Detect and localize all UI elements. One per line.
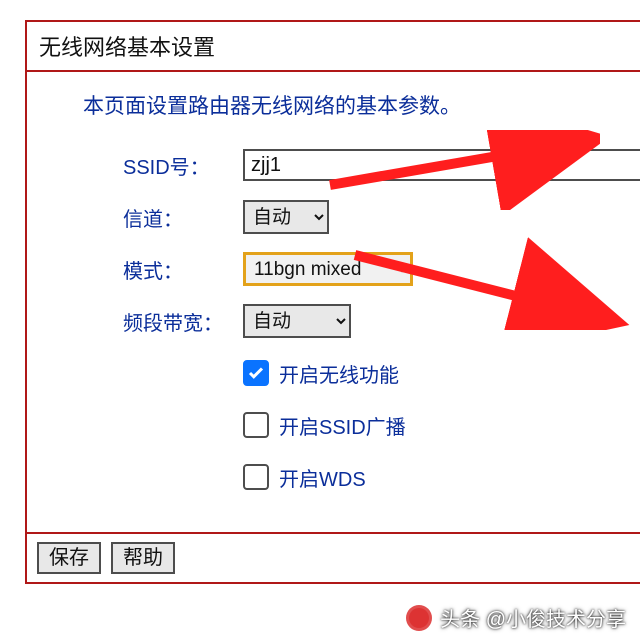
row-bandwidth: 频段带宽： 自动 <box>123 302 640 340</box>
bandwidth-label: 频段带宽： <box>123 307 243 336</box>
row-wds: 开启WDS <box>243 458 640 496</box>
help-button[interactable]: 帮助 <box>111 542 175 574</box>
wds-checkbox[interactable] <box>243 464 269 490</box>
settings-panel: 无线网络基本设置 本页面设置路由器无线网络的基本参数。 SSID号： 信道： 自… <box>25 20 640 584</box>
watermark: 头条 @小俊技术分享 <box>406 603 626 632</box>
row-ssid-broadcast: 开启SSID广播 <box>243 406 640 444</box>
channel-select[interactable]: 自动 <box>243 200 329 234</box>
wifi-enable-label: 开启无线功能 <box>279 359 399 388</box>
ssid-input[interactable] <box>243 149 640 181</box>
row-wifi-enable: 开启无线功能 <box>243 354 640 392</box>
row-channel: 信道： 自动 <box>123 198 640 236</box>
channel-label: 信道： <box>123 203 243 232</box>
ssid-broadcast-checkbox[interactable] <box>243 412 269 438</box>
ssid-broadcast-label: 开启SSID广播 <box>279 411 406 440</box>
mode-label: 模式： <box>123 255 243 284</box>
button-bar: 保存 帮助 <box>27 534 640 584</box>
watermark-logo-icon <box>406 605 432 631</box>
intro-text: 本页面设置路由器无线网络的基本参数。 <box>83 90 640 120</box>
ssid-label: SSID号： <box>123 151 243 180</box>
row-mode: 模式： 11bgn mixed <box>123 250 640 288</box>
watermark-text: 头条 @小俊技术分享 <box>440 603 626 632</box>
wds-label: 开启WDS <box>279 463 366 492</box>
bandwidth-select[interactable]: 自动 <box>243 304 351 338</box>
panel-title: 无线网络基本设置 <box>27 22 640 72</box>
mode-select[interactable]: 11bgn mixed <box>243 252 413 286</box>
check-icon <box>247 364 265 382</box>
save-button[interactable]: 保存 <box>37 542 101 574</box>
row-ssid: SSID号： <box>123 146 640 184</box>
wifi-enable-checkbox[interactable] <box>243 360 269 386</box>
panel-body: 本页面设置路由器无线网络的基本参数。 SSID号： 信道： 自动 模式： 11b… <box>27 72 640 534</box>
